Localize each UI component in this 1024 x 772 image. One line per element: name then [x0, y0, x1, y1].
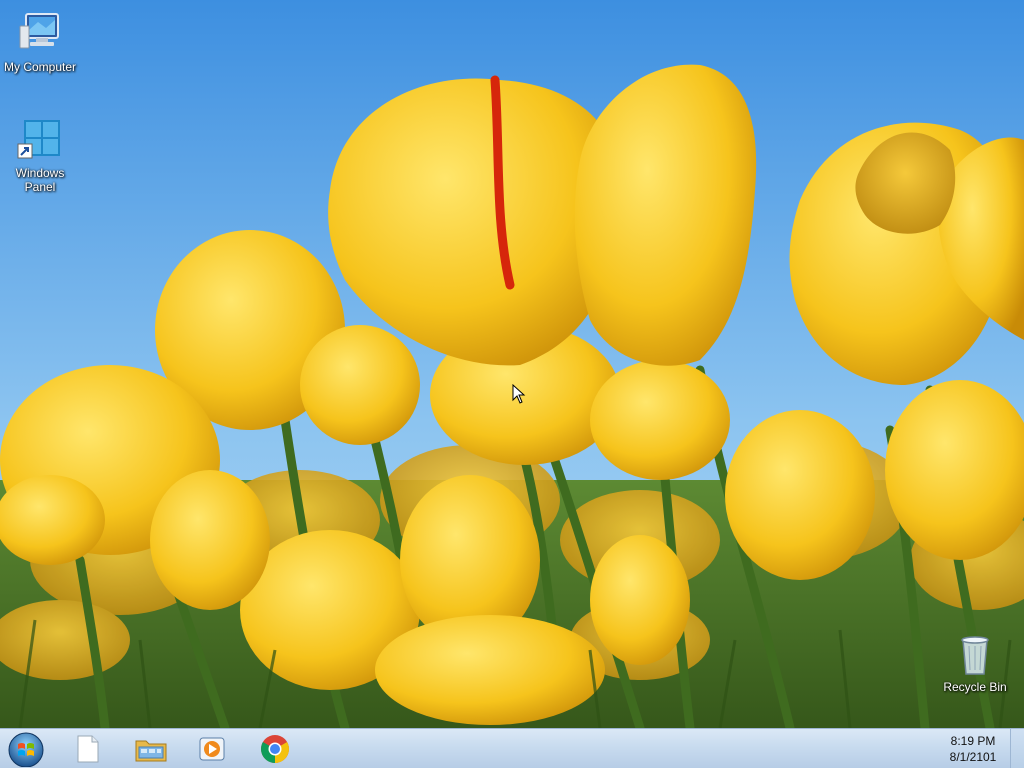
taskbar-chrome-button[interactable] — [255, 732, 295, 766]
desktop-icon-my-computer[interactable]: My Computer — [0, 10, 80, 74]
system-clock[interactable]: 8:19 PM 8/1/2101 — [930, 733, 1016, 765]
taskbar: 8:19 PM 8/1/2101 — [0, 728, 1024, 768]
my-computer-icon — [16, 10, 64, 58]
taskbar-file-explorer-button[interactable] — [131, 732, 171, 766]
media-player-icon — [199, 737, 225, 761]
taskbar-media-player-button[interactable] — [192, 732, 232, 766]
clock-time: 8:19 PM — [950, 734, 996, 748]
recycle-bin-icon — [951, 630, 999, 678]
start-button[interactable] — [6, 731, 46, 768]
desktop-icon-windows-panel[interactable]: Windows Panel — [0, 116, 80, 194]
file-explorer-icon — [135, 740, 167, 762]
desktop-icon-label: Windows Panel — [15, 166, 65, 194]
desktop-icon-label: My Computer — [3, 60, 77, 74]
show-desktop-button[interactable] — [1010, 729, 1024, 768]
desktop-icon-recycle-bin[interactable]: Recycle Bin — [935, 630, 1015, 694]
mouse-cursor-icon — [512, 384, 526, 404]
taskbar-blank-document-button[interactable] — [68, 732, 108, 766]
desktop-icon-label: Recycle Bin — [943, 680, 1007, 694]
windows-orb-icon — [8, 732, 44, 768]
clock-date: 8/1/2101 — [949, 750, 997, 764]
chrome-icon — [261, 735, 289, 763]
windows-panel-icon — [16, 116, 64, 164]
blank-document-icon — [77, 735, 99, 763]
